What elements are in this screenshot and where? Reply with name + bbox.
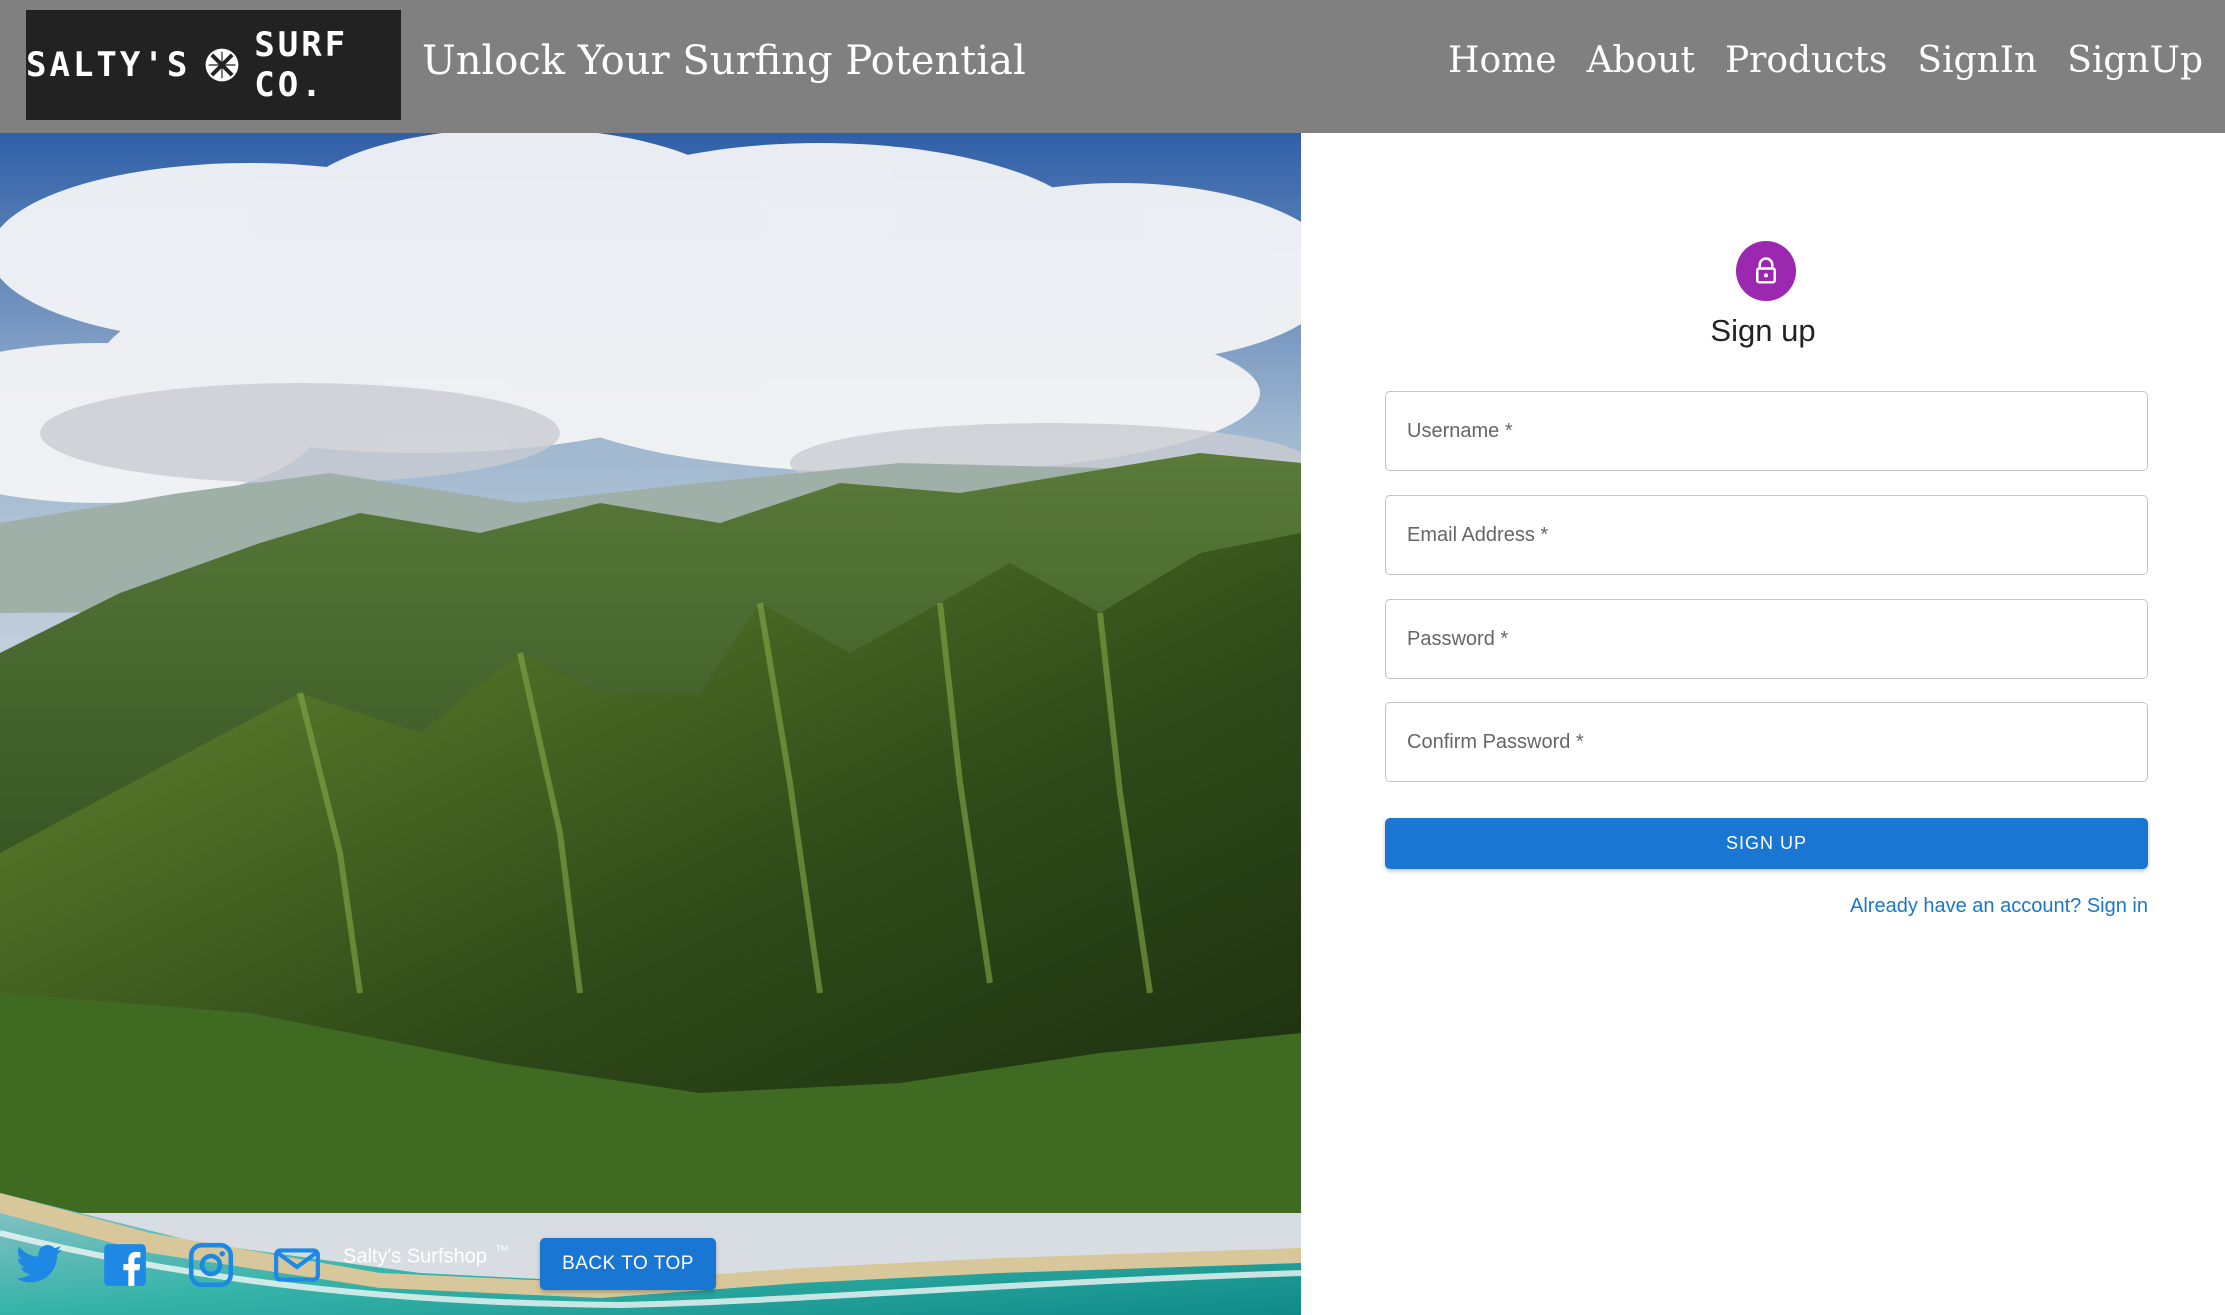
- back-to-top-button[interactable]: BACK TO TOP: [540, 1238, 716, 1290]
- logo[interactable]: SALTY'S SURF CO.: [26, 10, 401, 120]
- mail-icon[interactable]: [272, 1240, 322, 1290]
- social-links: [14, 1240, 322, 1290]
- sign-up-button[interactable]: SIGN UP: [1385, 818, 2148, 869]
- confirm-password-field: [1385, 702, 2148, 782]
- main-nav: Home About Products SignIn SignUp: [1448, 40, 2203, 81]
- nav-about[interactable]: About: [1587, 40, 1695, 81]
- nav-signin[interactable]: SignIn: [1917, 40, 2037, 81]
- instagram-icon[interactable]: [186, 1240, 236, 1290]
- lock-avatar: [1736, 241, 1796, 301]
- tagline: Unlock Your Surfing Potential: [422, 38, 1026, 84]
- footer-brand-name: Salty's Surfshop: [343, 1245, 487, 1268]
- email-field: [1385, 495, 2148, 575]
- site-header: SALTY'S SURF CO. Unlock Your Surfing Pot…: [0, 0, 2225, 133]
- confirm-password-input[interactable]: [1386, 703, 2147, 781]
- password-input[interactable]: [1386, 600, 2147, 678]
- facebook-icon[interactable]: [100, 1240, 150, 1290]
- nav-home[interactable]: Home: [1448, 40, 1557, 81]
- password-field: [1385, 599, 2148, 679]
- username-input[interactable]: [1386, 392, 2147, 470]
- logo-text-right: SURF CO.: [254, 25, 349, 105]
- footer-brand: Salty's Surfshop ™: [343, 1242, 509, 1269]
- hero-image: [0, 133, 1301, 1315]
- twitter-icon[interactable]: [14, 1240, 64, 1290]
- logo-text-left: SALTY'S: [26, 45, 191, 85]
- nav-signup[interactable]: SignUp: [2067, 40, 2203, 81]
- sign-in-link[interactable]: Already have an account? Sign in: [1850, 895, 2148, 918]
- signup-panel: Sign up SIGN UP Already have an account?…: [1301, 133, 2225, 1315]
- logo-mark-icon: [205, 48, 239, 82]
- email-input[interactable]: [1386, 496, 2147, 574]
- nav-products[interactable]: Products: [1725, 40, 1887, 81]
- lock-icon: [1756, 257, 1776, 284]
- landscape-illustration: [0, 133, 1301, 1315]
- username-field: [1385, 391, 2148, 471]
- form-title: Sign up: [1710, 313, 1816, 348]
- trademark-symbol: ™: [494, 1242, 509, 1258]
